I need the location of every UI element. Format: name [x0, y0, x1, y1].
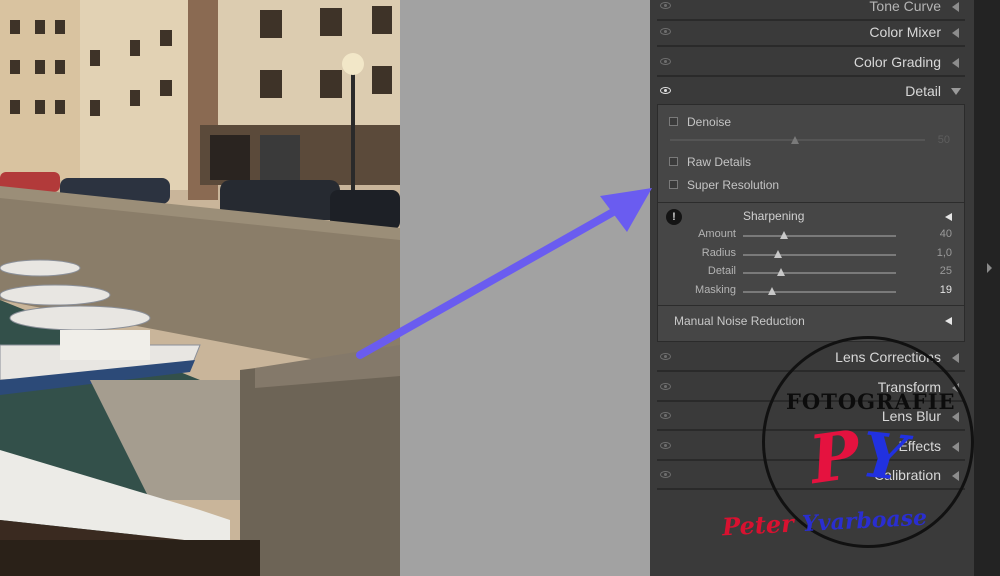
slider-label: Detail	[707, 265, 736, 277]
section-title: Detail	[905, 83, 941, 99]
slider-thumb[interactable]	[768, 287, 777, 295]
denoise-value: 50	[937, 134, 950, 146]
warning-icon[interactable]: !	[666, 209, 682, 225]
panel-edge-strip[interactable]	[974, 0, 1000, 576]
section-detail[interactable]: Detail	[657, 79, 965, 103]
slider-track[interactable]	[743, 291, 896, 293]
eye-icon[interactable]	[660, 471, 671, 478]
photo-preview	[0, 0, 400, 576]
denoise-label: Denoise	[687, 115, 732, 129]
slider-radius[interactable]: Radius 1,0	[658, 246, 964, 264]
eye-icon[interactable]	[660, 87, 671, 94]
eye-icon[interactable]	[660, 353, 671, 360]
sharpening-expand-icon[interactable]	[945, 213, 952, 221]
eye-icon[interactable]	[660, 2, 671, 9]
section-divider	[657, 45, 965, 47]
super-resolution-label: Super Resolution	[687, 178, 780, 192]
slider-amount[interactable]: Amount 40	[658, 227, 964, 245]
denoise-checkbox[interactable]	[669, 117, 678, 126]
slider-detail[interactable]: Detail 25	[658, 264, 964, 282]
watermark-letter-y: Y	[858, 417, 910, 496]
eye-icon[interactable]	[660, 412, 671, 419]
section-title: Color Mixer	[869, 24, 941, 40]
watermark-ring-text: FOTOGRAFIE	[786, 389, 956, 414]
photo-illustration	[0, 0, 400, 576]
eye-icon[interactable]	[660, 442, 671, 449]
denoise-slider-thumb[interactable]	[791, 136, 799, 144]
signature-first: Peter	[721, 508, 795, 542]
triangle-collapse-icon[interactable]	[952, 28, 959, 38]
section-tone-curve[interactable]: Tone Curve	[657, 0, 965, 21]
eye-icon[interactable]	[660, 58, 671, 65]
slider-thumb[interactable]	[777, 268, 786, 276]
slider-thumb[interactable]	[780, 231, 789, 239]
slider-label: Amount	[698, 228, 736, 240]
slider-thumb[interactable]	[774, 250, 783, 258]
slider-masking[interactable]: Masking 19	[658, 283, 964, 301]
slider-track[interactable]	[743, 235, 896, 237]
slider-track[interactable]	[743, 272, 896, 274]
triangle-collapse-icon[interactable]	[952, 58, 959, 68]
divider	[658, 202, 964, 203]
slider-value[interactable]: 19	[940, 284, 952, 296]
triangle-expand-icon[interactable]	[951, 88, 961, 95]
eye-icon[interactable]	[660, 28, 671, 35]
section-color-grading[interactable]: Color Grading	[657, 50, 965, 77]
eye-icon[interactable]	[660, 383, 671, 390]
slider-value[interactable]: 40	[940, 228, 952, 240]
detail-panel-body: Denoise 50 Raw Details Super Resolution …	[657, 104, 965, 342]
super-resolution-checkbox[interactable]	[669, 180, 678, 189]
raw-details-label: Raw Details	[687, 155, 752, 169]
triangle-collapse-icon[interactable]	[952, 353, 959, 363]
slider-value[interactable]: 25	[940, 265, 952, 277]
section-divider	[657, 75, 965, 77]
canvas-background	[400, 0, 650, 576]
section-title: Tone Curve	[869, 0, 941, 14]
section-title: Color Grading	[853, 54, 941, 70]
watermark-letter-p: P	[804, 414, 865, 500]
slider-track[interactable]	[743, 254, 896, 256]
raw-details-checkbox[interactable]	[669, 157, 678, 166]
section-color-mixer[interactable]: Color Mixer	[657, 20, 965, 47]
slider-label: Radius	[701, 247, 736, 259]
sharpening-title: Sharpening	[743, 209, 805, 223]
divider	[658, 305, 964, 306]
slider-label: Masking	[695, 284, 736, 296]
slider-value[interactable]: 1,0	[937, 247, 952, 259]
manual-noise-reduction-expand-icon[interactable]	[945, 317, 952, 325]
panel-collapse-arrow-icon[interactable]	[987, 263, 992, 273]
manual-noise-reduction-label[interactable]: Manual Noise Reduction	[674, 314, 805, 328]
triangle-collapse-icon[interactable]	[952, 2, 959, 12]
